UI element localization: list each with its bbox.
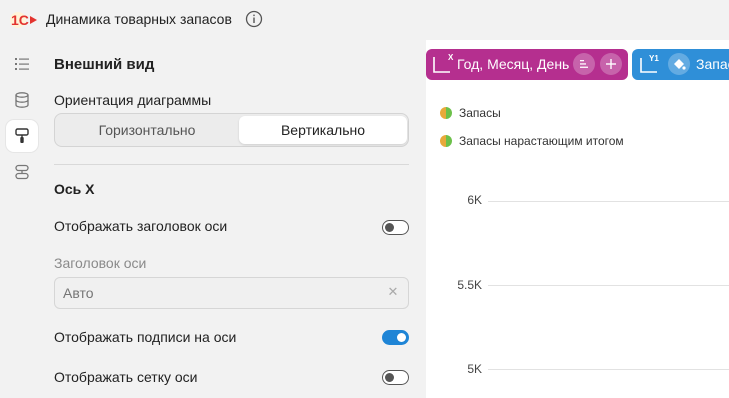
show-axis-grid-label: Отображать сетку оси (54, 369, 198, 385)
gridline (488, 285, 729, 286)
axis-title-input[interactable] (54, 277, 409, 309)
rail-item-appearance[interactable] (6, 120, 38, 152)
legend-marker (440, 135, 452, 147)
show-axis-title-label: Отображать заголовок оси (54, 218, 228, 234)
legend-label: Запасы (459, 106, 501, 120)
legend-marker (440, 107, 452, 119)
orientation-label: Ориентация диаграммы (54, 92, 212, 108)
gridline (488, 369, 729, 370)
orientation-vertical-option[interactable]: Вертикально (239, 116, 407, 144)
x-axis-icon: X (433, 53, 454, 73)
show-axis-title-toggle[interactable] (382, 220, 409, 235)
y-tick-label: 5.5K (457, 278, 482, 292)
icon-rail (0, 44, 44, 398)
gridline (488, 201, 729, 202)
orientation-segmented-control: Горизонтально Вертикально (54, 113, 409, 147)
legend-label: Запасы нарастающим итогом (459, 134, 624, 148)
svg-text:1C: 1C (11, 12, 29, 28)
info-icon[interactable] (245, 10, 263, 28)
y-axis-field-label: Запасы (696, 56, 729, 72)
section-title-axis-x: Ось X (54, 181, 95, 197)
rail-item-fields[interactable] (6, 48, 38, 80)
add-field-button[interactable] (600, 53, 622, 75)
layers-icon (15, 164, 29, 180)
axis-title-field-label: Заголовок оси (54, 255, 147, 271)
clear-icon[interactable]: ✕ (386, 285, 400, 299)
x-axis-field-label: Год, Месяц, День (457, 56, 570, 72)
sort-button[interactable] (573, 53, 595, 75)
svg-text:X: X (448, 53, 454, 62)
database-icon (15, 92, 29, 108)
legend-item[interactable]: Запасы (440, 106, 501, 120)
show-axis-labels-label: Отображать подписи на оси (54, 329, 237, 345)
show-axis-grid-toggle[interactable] (382, 370, 409, 385)
orientation-horizontal-option[interactable]: Горизонтально (57, 116, 237, 144)
svg-text:Y1: Y1 (649, 54, 659, 63)
chart-area: X Год, Месяц, День Y1 Запасы Запасы (426, 40, 729, 398)
1c-logo: 1C (10, 12, 37, 28)
y-tick-label: 5K (467, 362, 482, 376)
rail-item-layers[interactable] (6, 156, 38, 188)
x-axis-field-chip[interactable]: X Год, Месяц, День (426, 49, 628, 80)
toggle-knob (397, 333, 406, 342)
toggle-knob (385, 372, 394, 382)
y-axis-icon: Y1 (640, 54, 659, 73)
show-axis-labels-toggle[interactable] (382, 330, 409, 345)
sort-icon (580, 60, 588, 68)
section-title-appearance: Внешний вид (54, 56, 155, 73)
app-header: 1C Динамика товарных запасов (0, 0, 729, 40)
settings-panel: Внешний вид Ориентация диаграммы Горизон… (44, 40, 424, 398)
page-title: Динамика товарных запасов (46, 11, 232, 27)
legend-item[interactable]: Запасы нарастающим итогом (440, 134, 624, 148)
plus-icon (606, 59, 616, 69)
color-fill-button[interactable] (668, 53, 690, 75)
toggle-knob (385, 222, 394, 232)
y-tick-label: 6K (467, 193, 482, 207)
brush-icon (15, 128, 29, 143)
list-icon (15, 58, 29, 70)
y-axis-field-chip[interactable]: Y1 Запасы (632, 49, 729, 80)
paint-bucket-icon (674, 59, 686, 70)
rail-item-data[interactable] (6, 84, 38, 116)
divider (54, 164, 409, 165)
